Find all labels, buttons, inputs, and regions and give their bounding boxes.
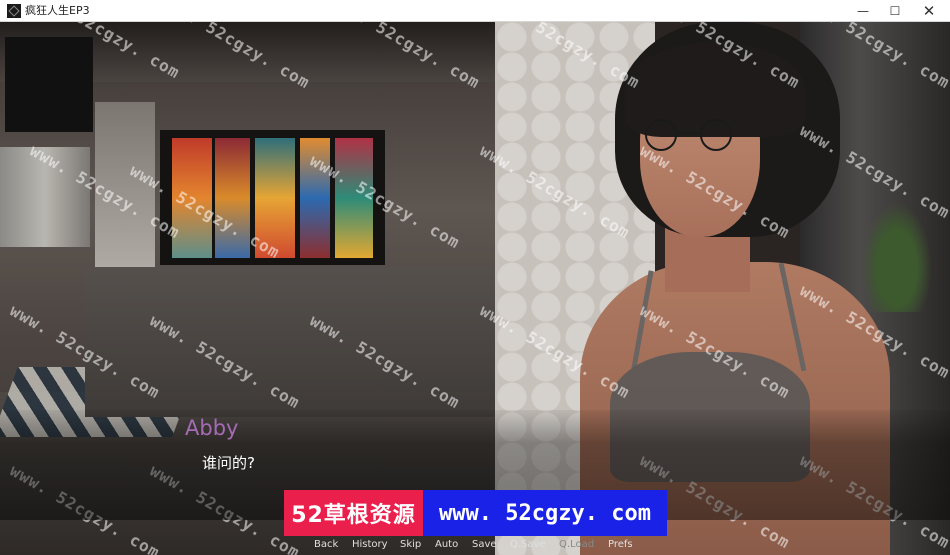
auto-button[interactable]: Auto <box>435 539 458 550</box>
game-window: 疯狂人生EP3 — ☐ ✕ 52cgzy. com 52cgzy. com ww… <box>0 0 950 555</box>
close-icon[interactable]: ✕ <box>912 0 946 21</box>
window-title: 疯狂人生EP3 <box>25 4 90 17</box>
maximize-icon[interactable]: ☐ <box>878 0 912 21</box>
plant <box>862 202 932 312</box>
app-icon <box>7 4 21 18</box>
dialogue-text: 谁问的? <box>202 454 255 472</box>
back-button[interactable]: Back <box>314 539 338 550</box>
site-banner-left: 52草根资源 <box>284 490 423 536</box>
title-bar: 疯狂人生EP3 — ☐ ✕ <box>0 0 950 22</box>
prefs-button[interactable]: Prefs <box>608 539 633 550</box>
save-button[interactable]: Save <box>472 539 497 550</box>
minimize-icon[interactable]: — <box>846 0 880 21</box>
tv-screen <box>5 37 93 132</box>
quick-save-button[interactable]: Q.Save <box>510 539 546 550</box>
site-banner-right: www. 52cgzy. com <box>423 490 667 536</box>
history-button[interactable]: History <box>352 539 388 550</box>
quick-menu: Back History Skip Auto Save Q.Save Q.Loa… <box>0 536 950 555</box>
speaker-name: Abby <box>185 416 239 440</box>
game-scene[interactable]: www. 52cgzy. com www. 52cgzy. com www. 5… <box>0 22 950 555</box>
quick-load-button[interactable]: Q.Load <box>559 539 594 550</box>
skip-button[interactable]: Skip <box>400 539 421 550</box>
